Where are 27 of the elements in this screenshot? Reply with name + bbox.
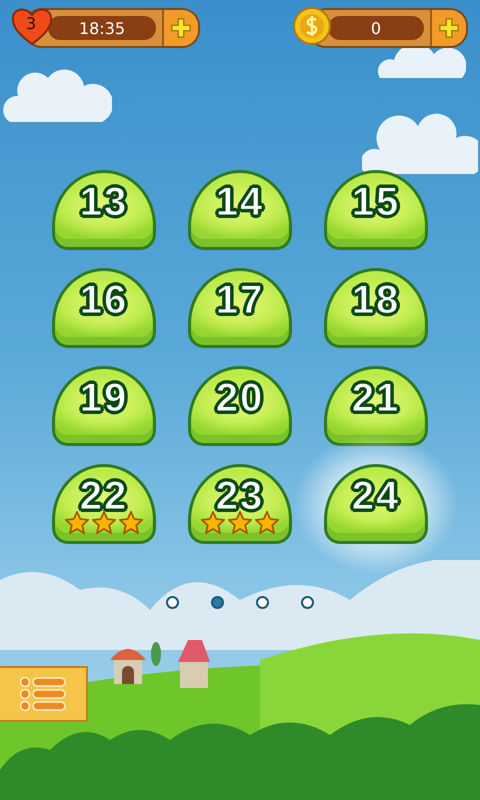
level-button[interactable]: 15 [324,170,428,250]
level-button[interactable]: 14 [188,170,292,250]
star-icon [255,511,279,534]
star-icon [92,511,116,534]
coin-amount: 0 [328,16,424,40]
plus-icon [438,17,460,39]
plus-icon [170,17,192,39]
level-button[interactable]: 23 [188,464,292,544]
life-timer: 18:35 [48,16,156,40]
level-button[interactable]: 16 [52,268,156,348]
level-button[interactable]: 18 [324,268,428,348]
add-coins-button[interactable] [430,10,466,46]
star-icon [201,511,225,534]
level-button[interactable]: 19 [52,366,156,446]
add-lives-button[interactable] [162,10,198,46]
star-icon [228,511,252,534]
level-button[interactable]: 22 [52,464,156,544]
level-button[interactable]: 20 [188,366,292,446]
menu-icon [19,676,67,712]
level-button[interactable]: 13 [52,170,156,250]
level-button[interactable]: 17 [188,268,292,348]
level-button[interactable]: 21 [324,366,428,446]
star-icon [65,511,89,534]
coin-icon [292,6,332,46]
star-icon [119,511,143,534]
menu-button[interactable] [0,666,88,722]
lives-count: 3 [26,15,36,33]
